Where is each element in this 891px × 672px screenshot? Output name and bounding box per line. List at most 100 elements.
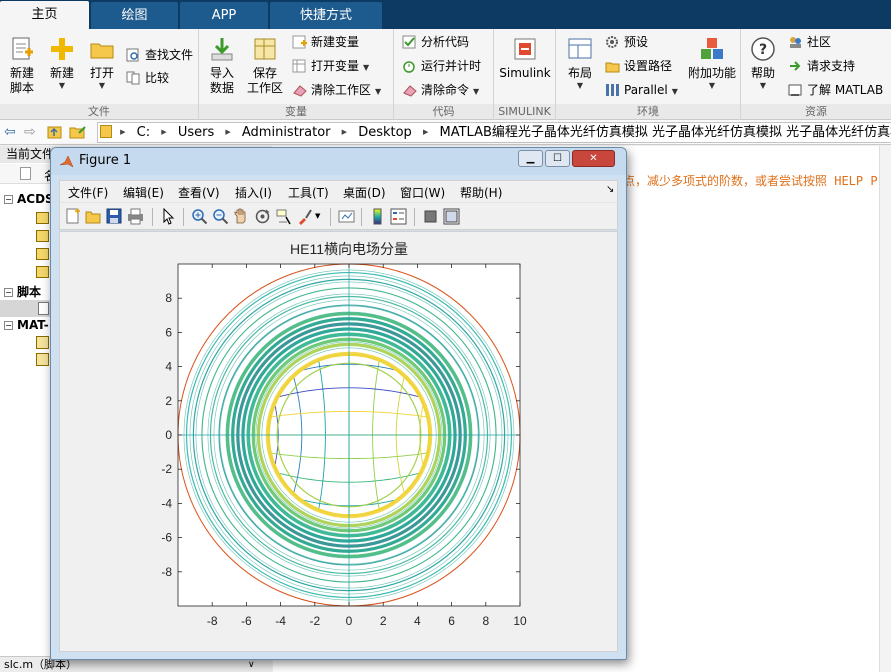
breadcrumb-project-folder[interactable]: MATLAB编程光子晶体光纤仿真模拟 光子晶体光纤仿真模拟 光子晶体光纤仿真模拟… — [436, 123, 891, 142]
pointer-icon[interactable] — [160, 207, 177, 225]
dock-arrow-icon[interactable]: ↘ — [606, 184, 614, 195]
save-workspace-button[interactable]: 保存 工作区 — [243, 33, 287, 96]
import-label-1: 导入 — [209, 66, 234, 80]
save-icon[interactable] — [106, 208, 123, 225]
chevron-down-icon: ▼ — [375, 87, 382, 96]
tab-home[interactable]: 主页 — [0, 1, 89, 29]
collapse-icon[interactable]: − — [4, 288, 13, 297]
contour-plot[interactable]: HE11横向电场分量 -8 -6 -4 -2 0 2 4 6 8 10 -8 -6 -4 -2 0 2 4 6 8 — [60, 232, 619, 653]
group-acds[interactable]: − ACDS — [4, 192, 54, 206]
maximize-button[interactable]: ☐ — [545, 150, 570, 167]
help-button[interactable]: ? 帮助 ▼ — [745, 33, 781, 91]
new-label: 新建 — [49, 66, 74, 80]
group-scripts[interactable]: − 脚本 — [4, 283, 41, 300]
zoom-out-icon[interactable] — [212, 208, 229, 225]
tab-plots[interactable]: 绘图 — [91, 2, 178, 29]
add-ons-icon — [699, 36, 725, 62]
brush-icon[interactable] — [296, 208, 313, 225]
parallel-button[interactable]: Parallel ▼ — [605, 80, 678, 100]
breadcrumb-drive[interactable]: C: — [134, 123, 153, 142]
pan-icon[interactable] — [233, 208, 250, 225]
browse-folder-icon[interactable] — [69, 124, 87, 143]
x-tick-label: 8 — [482, 614, 489, 628]
y-tick-label: 2 — [165, 394, 172, 408]
breadcrumb-separator[interactable]: ▶ — [221, 123, 234, 142]
menu-insert[interactable]: 插入(I) — [235, 184, 272, 201]
menu-help[interactable]: 帮助(H) — [460, 184, 502, 201]
breadcrumb-separator[interactable]: ▶ — [116, 123, 129, 142]
breadcrumb-administrator[interactable]: Administrator — [239, 123, 334, 142]
group-mat-files[interactable]: − MAT- — [4, 318, 49, 332]
breadcrumb-users[interactable]: Users — [175, 123, 217, 142]
legend-icon[interactable] — [390, 208, 407, 225]
compare-button[interactable]: 比较 — [126, 68, 169, 88]
preferences-button[interactable]: 预设 — [605, 32, 648, 52]
rotate-3d-icon[interactable] — [254, 208, 271, 225]
chevron-down-icon[interactable]: ▼ — [315, 208, 325, 225]
import-data-button[interactable]: 导入 数据 — [203, 33, 241, 96]
community-button[interactable]: 社区 — [788, 32, 831, 52]
collapse-icon[interactable]: − — [4, 195, 13, 204]
mat-file-icon[interactable] — [36, 336, 49, 349]
simulink-button[interactable]: Simulink — [497, 33, 553, 81]
figure-title-bar[interactable]: Figure 1 ▁ ☐ ✕ — [51, 148, 626, 175]
minimize-button[interactable]: ▁ — [518, 150, 543, 167]
up-folder-icon[interactable] — [47, 124, 63, 143]
menu-window[interactable]: 窗口(W) — [400, 184, 445, 201]
scrollbar[interactable] — [879, 146, 891, 672]
show-plot-tools-icon[interactable] — [443, 208, 460, 225]
forward-arrow-icon[interactable]: ⇨ — [24, 124, 36, 140]
menu-tools[interactable]: 工具(T) — [288, 184, 329, 201]
learn-matlab-button[interactable]: 了解 MATLAB — [788, 80, 883, 100]
open-file-icon[interactable] — [85, 208, 102, 225]
open-button[interactable]: 打开 ▼ — [84, 33, 120, 91]
set-path-button[interactable]: 设置路径 — [605, 56, 672, 76]
breadcrumb-desktop[interactable]: Desktop — [355, 123, 415, 142]
mat-file-icon[interactable] — [36, 230, 49, 242]
simulink-group: Simulink SIMULINK — [494, 29, 556, 120]
path-box[interactable]: ▶ C: ▶ Users ▶ Administrator ▶ Desktop ▶… — [97, 122, 891, 143]
zoom-in-icon[interactable] — [191, 208, 208, 225]
back-arrow-icon[interactable]: ⇦ — [4, 124, 16, 140]
analyze-code-button[interactable]: 分析代码 — [402, 32, 469, 52]
find-files-button[interactable]: 查找文件 — [126, 45, 193, 65]
new-button[interactable]: 新建 ▼ — [44, 33, 80, 91]
clear-workspace-button[interactable]: 清除工作区 ▼ — [292, 80, 381, 100]
collapse-icon[interactable]: − — [4, 321, 13, 330]
request-support-button[interactable]: 请求支持 — [788, 56, 855, 76]
hide-plot-tools-icon[interactable] — [422, 208, 439, 225]
menu-view[interactable]: 查看(V) — [178, 184, 220, 201]
run-and-time-button[interactable]: 运行并计时 — [402, 56, 481, 76]
data-cursor-icon[interactable] — [275, 208, 292, 225]
tab-apps[interactable]: APP — [180, 2, 268, 29]
add-ons-button[interactable]: 附加功能 ▼ — [686, 33, 738, 91]
mat-file-icon[interactable] — [36, 266, 49, 278]
variable-group-label: 变量 — [199, 104, 393, 119]
menu-edit[interactable]: 编辑(E) — [123, 184, 164, 201]
open-variable-button[interactable]: 打开变量 ▼ — [292, 56, 369, 76]
breadcrumb-separator[interactable]: ▶ — [419, 123, 432, 142]
breadcrumb-separator[interactable]: ▶ — [157, 123, 170, 142]
new-variable-button[interactable]: 新建变量 — [292, 32, 359, 52]
layout-button[interactable]: 布局 ▼ — [560, 33, 600, 91]
new-script-button[interactable]: 新建 脚本 — [4, 33, 40, 96]
mat-file-icon[interactable] — [36, 353, 49, 366]
breadcrumb-separator[interactable]: ▶ — [338, 123, 351, 142]
group-acds-label: ACDS — [17, 192, 54, 206]
x-tick-label: -8 — [207, 614, 218, 628]
close-button[interactable]: ✕ — [572, 150, 615, 167]
colorbar-icon[interactable] — [369, 208, 386, 225]
figure-canvas[interactable]: HE11横向电场分量 -8 -6 -4 -2 0 2 4 6 8 10 -8 -6 -4 -2 0 2 4 6 8 — [59, 231, 618, 652]
menu-desktop[interactable]: 桌面(D) — [343, 184, 386, 201]
new-script-label-1: 新建 — [9, 66, 34, 80]
link-plot-icon[interactable] — [338, 208, 355, 225]
chevron-down-icon[interactable]: ∨ — [248, 658, 255, 672]
parallel-icon — [605, 83, 620, 97]
clear-commands-button[interactable]: 清除命令 ▼ — [402, 80, 479, 100]
mat-file-icon[interactable] — [36, 248, 49, 260]
new-figure-icon[interactable] — [64, 208, 81, 225]
menu-file[interactable]: 文件(F) — [68, 184, 108, 201]
tab-shortcuts[interactable]: 快捷方式 — [270, 2, 382, 29]
mat-file-icon[interactable] — [36, 212, 49, 224]
print-icon[interactable] — [127, 208, 144, 225]
